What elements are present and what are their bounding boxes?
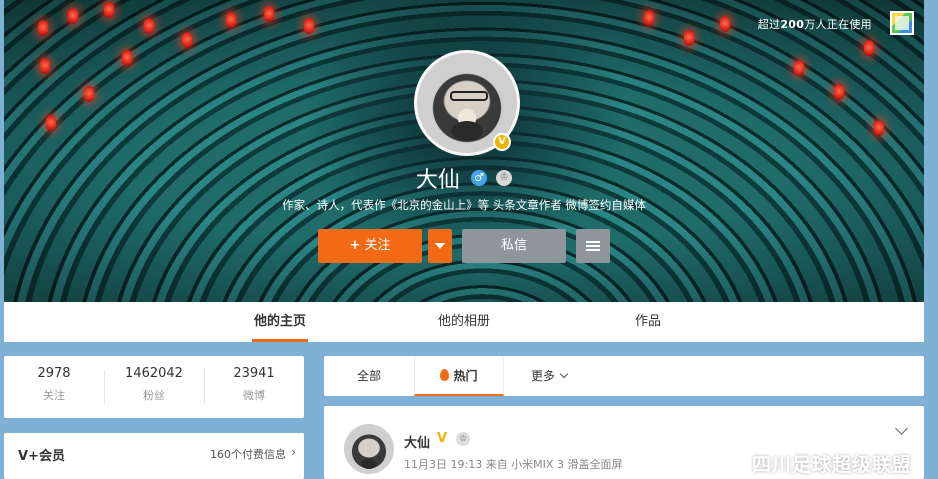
profile-name: 大仙 <box>415 168 460 193</box>
lantern-decoration <box>720 16 730 32</box>
post-author-name[interactable]: 大仙 <box>404 432 430 451</box>
verified-badge-icon: V <box>493 133 511 151</box>
lantern-decoration <box>834 84 844 100</box>
stat-followers[interactable]: 1462042 粉丝 <box>104 366 204 403</box>
post-author-avatar[interactable] <box>344 424 394 474</box>
lantern-decoration <box>46 115 56 131</box>
lantern-decoration <box>122 50 132 66</box>
lantern-decoration <box>684 30 694 46</box>
stat-following[interactable]: 2978 关注 <box>4 366 104 403</box>
lantern-decoration <box>84 86 94 102</box>
lantern-decoration <box>226 12 236 28</box>
chevron-down-icon <box>559 369 569 379</box>
follow-options-button[interactable] <box>428 229 452 263</box>
crown-icon[interactable]: ♔ <box>456 432 470 446</box>
avatar-glasses <box>450 91 488 101</box>
lantern-decoration <box>794 60 804 76</box>
fire-icon <box>440 369 450 381</box>
lantern-decoration <box>874 120 884 136</box>
vip-title: V+会员 <box>18 449 65 464</box>
lantern-decoration <box>864 40 874 56</box>
menu-icon <box>586 240 600 251</box>
crown-icon[interactable]: ♔ <box>496 170 513 186</box>
profile-intro: 作家、诗人，代表作《北京的金山上》等 头条文章作者 微博签约自媒体 <box>282 198 646 212</box>
filter-more[interactable]: 更多 <box>504 356 594 396</box>
vip-membership-panel[interactable]: V+会员 160个付费信息 › <box>4 433 304 479</box>
feed-filter-bar: 全部 热门 更多 <box>324 356 924 396</box>
skin-icon[interactable] <box>890 11 914 35</box>
lantern-decoration <box>264 6 274 22</box>
gender-male-icon: ♂ <box>471 170 487 186</box>
lantern-decoration <box>644 10 654 26</box>
stat-posts[interactable]: 23941 微博 <box>204 366 304 403</box>
tab-home[interactable]: 他的主页 <box>230 302 330 342</box>
profile-name-row: 大仙 ♂ ♔ <box>4 162 924 194</box>
lantern-decoration <box>182 32 192 48</box>
more-menu-button[interactable] <box>576 229 610 263</box>
message-button[interactable]: 私信 <box>462 229 566 263</box>
profile-tab-bar: 他的主页 他的相册 作品 <box>4 302 924 342</box>
dropdown-arrow-icon <box>435 242 445 249</box>
post-options-chevron-icon[interactable] <box>895 422 908 435</box>
profile-stats: 2978 关注 1462042 粉丝 23941 微博 <box>4 356 304 418</box>
chevron-right-icon: › <box>291 445 296 459</box>
watermark: 四川足球超级联盟 <box>713 450 912 476</box>
lantern-decoration <box>38 20 48 36</box>
plus-icon: + <box>349 238 361 253</box>
lantern-decoration <box>40 58 50 74</box>
online-users-badge: 超过200万人正在使用 <box>757 18 872 31</box>
tab-works[interactable]: 作品 <box>598 302 698 342</box>
lantern-decoration <box>104 2 114 18</box>
vip-paid-info[interactable]: 160个付费信息 <box>210 446 286 462</box>
lantern-decoration <box>144 18 154 34</box>
wechat-icon <box>713 452 742 476</box>
post-meta: 11月3日 19:13 来自 小米MIX 3 滑盖全面屏 <box>404 458 623 471</box>
profile-cover: 超过200万人正在使用 V 大仙 ♂ ♔ 作家、诗人，代表作《北京的金山上》等 … <box>4 0 924 302</box>
lantern-decoration <box>304 18 314 34</box>
filter-hot[interactable]: 热门 <box>414 356 504 396</box>
follow-button[interactable]: + 关注 <box>318 229 422 263</box>
filter-all[interactable]: 全部 <box>324 356 414 396</box>
verified-badge-icon: V <box>437 431 448 446</box>
tab-album[interactable]: 他的相册 <box>414 302 514 342</box>
lantern-decoration <box>68 8 78 24</box>
